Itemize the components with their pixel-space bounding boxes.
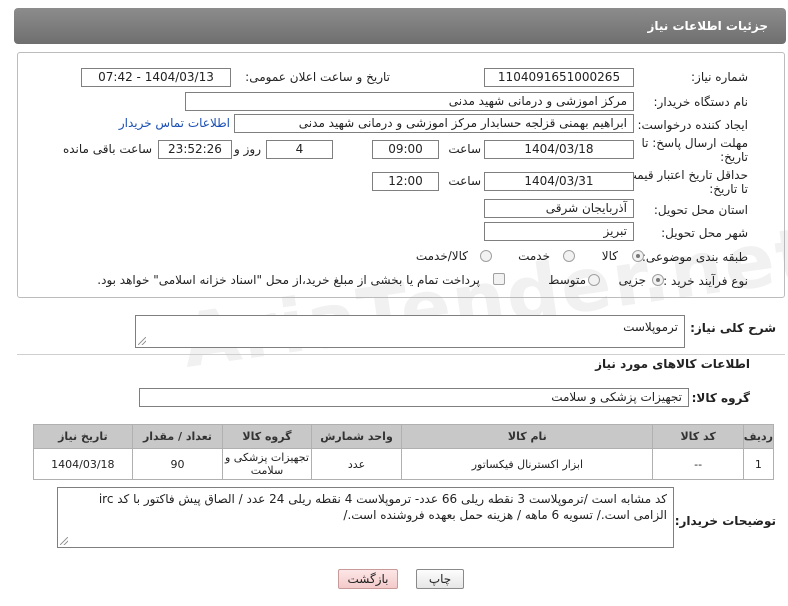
days-label: روز و <box>234 142 261 156</box>
col-row: ردیف <box>742 424 775 449</box>
col-date: تاریخ نیاز <box>33 424 133 449</box>
buyer-org-field: مرکز اموزشی و درمانی شهید مدنی <box>185 92 634 111</box>
cell-code: -- <box>652 448 744 480</box>
cell-name: ابزار اکسترنال فیکساتور <box>401 448 654 480</box>
goods-table: ردیف کد کالا نام کالا واحد شمارش گروه کا… <box>33 424 775 480</box>
summary-field: ترموپلاست <box>135 315 685 348</box>
goods-group-label: گروه کالا: <box>691 391 750 405</box>
summary-text: ترموپلاست <box>623 320 678 334</box>
category-option-goods: کالا <box>601 249 618 263</box>
cell-unit: عدد <box>310 448 403 480</box>
col-code: کد کالا <box>652 424 744 449</box>
days-left-field: 4 <box>266 140 333 159</box>
buyer-notes-label: توضیحات خریدار: <box>674 514 776 528</box>
province-field: آذربایجان شرقی <box>484 199 634 218</box>
treasury-payment-note: پرداخت تمام یا بخشی از مبلغ خرید،از محل … <box>97 273 480 287</box>
price-date-field: 1404/03/31 <box>484 172 634 191</box>
category-radio-goods-service[interactable] <box>480 250 492 262</box>
category-radio-service[interactable] <box>563 250 575 262</box>
price-deadline-label-2: تا تاریخ: <box>709 182 748 196</box>
price-time-label: ساعت <box>448 174 481 188</box>
treasury-payment-checkbox[interactable] <box>493 273 505 285</box>
purchase-type-label: نوع فرآیند خرید : <box>663 274 748 288</box>
category-label: طبقه بندی موضوعی: <box>641 250 748 264</box>
buyer-org-label: نام دستگاه خریدار: <box>653 95 749 109</box>
goods-group-field: تجهیزات پزشکی و سلامت <box>139 388 689 407</box>
back-button[interactable]: بازگشت <box>338 569 398 589</box>
city-label: شهر محل تحویل: <box>661 226 748 240</box>
announce-label: تاریخ و ساعت اعلان عمومی: <box>245 70 390 84</box>
col-qty: تعداد / مقدار <box>131 424 224 449</box>
category-option-service: خدمت <box>518 249 550 263</box>
price-deadline-label: حداقل تاریخ اعتبار قیمت: <box>621 168 748 182</box>
col-group: گروه کالا <box>222 424 312 449</box>
purchase-option-minor: جزیی <box>618 273 646 287</box>
buyer-contact-link[interactable]: اطلاعات تماس خریدار <box>119 116 230 130</box>
purchase-radio-minor[interactable] <box>652 274 664 286</box>
goods-section-title: اطلاعات کالاهای مورد نیاز <box>595 357 750 371</box>
resize-grip-icon[interactable] <box>60 537 68 545</box>
reply-time-field: 09:00 <box>372 140 439 159</box>
creator-field: ابراهیم بهمنی قزلجه حسابدار مرکز اموزشی … <box>234 114 634 133</box>
cell-row: 1 <box>742 448 775 480</box>
print-button[interactable]: چاپ <box>416 569 464 589</box>
reply-date-field: 1404/03/18 <box>484 140 634 159</box>
cell-date: 1404/03/18 <box>33 448 133 480</box>
price-time-field: 12:00 <box>372 172 439 191</box>
need-number-field: 1104091651000265 <box>484 68 634 87</box>
col-unit: واحد شمارش <box>310 424 403 449</box>
cell-group: تجهیزات پزشکی و سلامت <box>222 448 312 480</box>
buyer-notes-text: کد مشابه است /ترموپلاست 3 نقطه ریلی 66 ع… <box>98 492 667 522</box>
creator-label: ایجاد کننده درخواست: <box>637 118 748 132</box>
reply-deadline-label: مهلت ارسال پاسخ: تا <box>641 136 748 150</box>
page-header: جزئیات اطلاعات نیاز <box>14 8 786 44</box>
category-radio-goods[interactable] <box>632 250 644 262</box>
cell-qty: 90 <box>131 448 224 480</box>
page-title: جزئیات اطلاعات نیاز <box>647 19 768 33</box>
need-number-label: شماره نیاز: <box>691 70 748 84</box>
table-header-row: ردیف کد کالا نام کالا واحد شمارش گروه کا… <box>33 424 775 449</box>
table-row[interactable]: 1 -- ابزار اکسترنال فیکساتور عدد تجهیزات… <box>33 448 775 480</box>
reply-time-label: ساعت <box>448 142 481 156</box>
purchase-radio-medium[interactable] <box>588 274 600 286</box>
city-field: تبریز <box>484 222 634 241</box>
summary-label: شرح کلی نیاز: <box>690 321 776 335</box>
province-label: استان محل تحویل: <box>653 203 748 217</box>
resize-grip-icon[interactable] <box>138 337 146 345</box>
reply-deadline-label-2: تاریخ: <box>720 150 748 164</box>
announce-datetime-field: 1404/03/13 - 07:42 <box>81 68 231 87</box>
remaining-time-label: ساعت باقی مانده <box>62 142 152 156</box>
remaining-time-field: 23:52:26 <box>158 140 232 159</box>
category-option-goods-service: کالا/خدمت <box>415 249 468 263</box>
col-name: نام کالا <box>401 424 654 449</box>
purchase-option-medium: متوسط <box>548 273 586 287</box>
buyer-notes-field: کد مشابه است /ترموپلاست 3 نقطه ریلی 66 ع… <box>57 487 674 548</box>
divider <box>17 354 785 355</box>
